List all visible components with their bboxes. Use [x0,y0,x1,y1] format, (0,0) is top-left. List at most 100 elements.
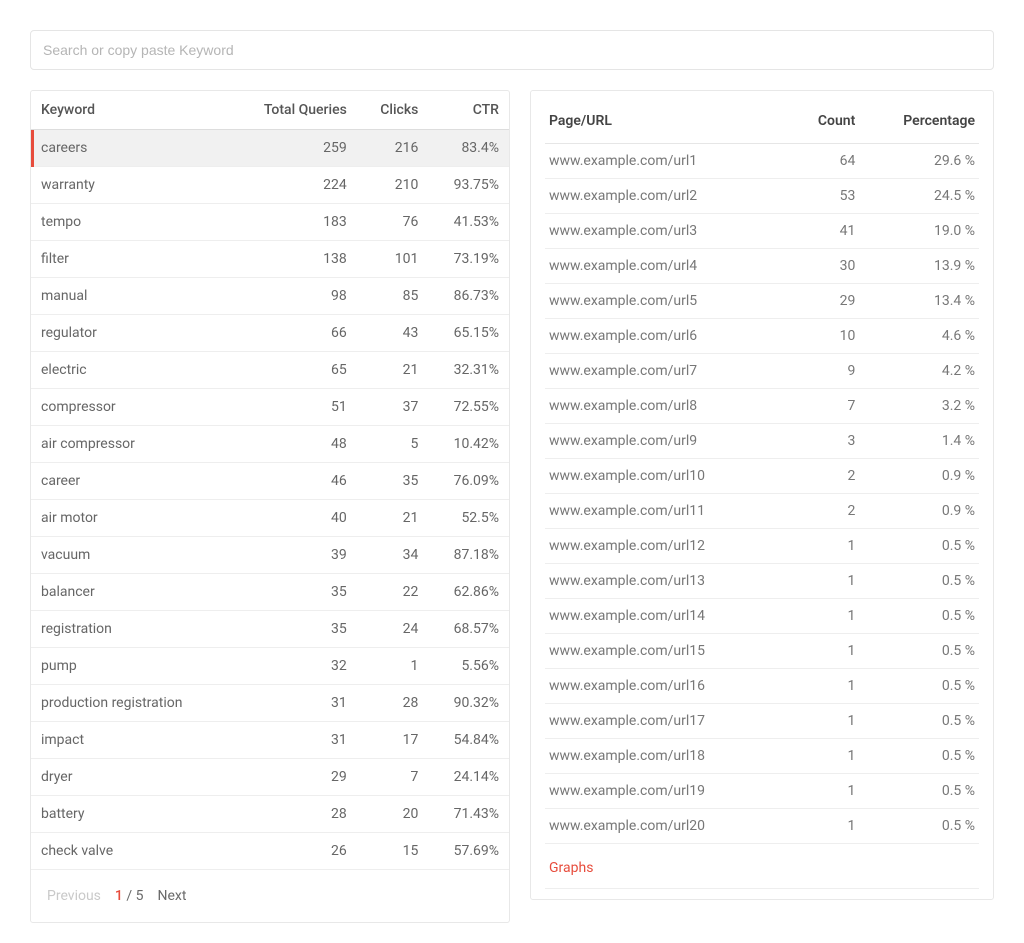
ctr-cell: 10.42% [428,426,509,463]
table-row[interactable]: www.example.com/url43013.9 % [545,249,979,284]
table-row[interactable]: www.example.com/url1410.5 % [545,599,979,634]
table-row[interactable]: air compressor48510.42% [31,426,509,463]
table-row[interactable]: compressor513772.55% [31,389,509,426]
table-row[interactable]: pump3215.56% [31,648,509,685]
table-row[interactable]: impact311754.84% [31,722,509,759]
table-row[interactable]: battery282071.43% [31,796,509,833]
table-row[interactable]: www.example.com/url1610.5 % [545,669,979,704]
col-percentage[interactable]: Percentage [859,103,979,144]
percentage-cell: 0.5 % [859,704,979,739]
table-row[interactable]: air motor402152.5% [31,500,509,537]
keyword-cell: production registration [31,685,230,722]
keyword-cell: warranty [31,167,230,204]
count-cell: 64 [791,144,859,179]
total-pages: 5 [136,888,144,904]
table-row[interactable]: career463576.09% [31,463,509,500]
col-total-queries[interactable]: Total Queries [230,91,357,130]
keyword-cell: filter [31,241,230,278]
table-row[interactable]: www.example.com/url1910.5 % [545,774,979,809]
percentage-cell: 13.4 % [859,284,979,319]
keyword-cell: vacuum [31,537,230,574]
total-queries-cell: 51 [230,389,357,426]
table-row[interactable]: www.example.com/url931.4 % [545,424,979,459]
count-cell: 30 [791,249,859,284]
table-row[interactable]: www.example.com/url1510.5 % [545,634,979,669]
table-row[interactable]: vacuum393487.18% [31,537,509,574]
table-row[interactable]: www.example.com/url2010.5 % [545,809,979,844]
next-button[interactable]: Next [157,888,186,904]
clicks-cell: 20 [357,796,429,833]
table-row[interactable]: electric652132.31% [31,352,509,389]
pagination: Previous 1 / 5 Next [31,870,509,922]
percentage-cell: 29.6 % [859,144,979,179]
total-queries-cell: 29 [230,759,357,796]
table-row[interactable]: www.example.com/url1120.9 % [545,494,979,529]
table-row[interactable]: www.example.com/url34119.0 % [545,214,979,249]
count-cell: 7 [791,389,859,424]
total-queries-cell: 46 [230,463,357,500]
percentage-cell: 0.5 % [859,669,979,704]
table-row[interactable]: check valve261557.69% [31,833,509,870]
col-ctr[interactable]: CTR [428,91,509,130]
col-page-url[interactable]: Page/URL [545,103,791,144]
table-row[interactable]: www.example.com/url6104.6 % [545,319,979,354]
count-cell: 29 [791,284,859,319]
ctr-cell: 73.19% [428,241,509,278]
percentage-cell: 4.6 % [859,319,979,354]
clicks-cell: 101 [357,241,429,278]
clicks-cell: 76 [357,204,429,241]
ctr-cell: 68.57% [428,611,509,648]
ctr-cell: 90.32% [428,685,509,722]
table-row[interactable]: www.example.com/url25324.5 % [545,179,979,214]
page-url-cell: www.example.com/url11 [545,494,791,529]
search-input[interactable] [30,30,994,70]
table-row[interactable]: manual988586.73% [31,278,509,315]
percentage-cell: 0.5 % [859,739,979,774]
keyword-cell: pump [31,648,230,685]
table-row[interactable]: www.example.com/url794.2 % [545,354,979,389]
table-row[interactable]: tempo1837641.53% [31,204,509,241]
keyword-cell: air motor [31,500,230,537]
page-url-cell: www.example.com/url6 [545,319,791,354]
count-cell: 10 [791,319,859,354]
total-queries-cell: 31 [230,722,357,759]
table-row[interactable]: dryer29724.14% [31,759,509,796]
percentage-cell: 0.5 % [859,599,979,634]
table-row[interactable]: www.example.com/url1310.5 % [545,564,979,599]
ctr-cell: 32.31% [428,352,509,389]
col-clicks[interactable]: Clicks [357,91,429,130]
count-cell: 1 [791,704,859,739]
table-row[interactable]: www.example.com/url1020.9 % [545,459,979,494]
page-url-cell: www.example.com/url4 [545,249,791,284]
clicks-cell: 34 [357,537,429,574]
table-row[interactable]: balancer352262.86% [31,574,509,611]
ctr-cell: 76.09% [428,463,509,500]
col-count[interactable]: Count [791,103,859,144]
url-table: Page/URL Count Percentage www.example.co… [545,103,979,844]
table-row[interactable]: warranty22421093.75% [31,167,509,204]
table-row[interactable]: www.example.com/url1810.5 % [545,739,979,774]
table-row[interactable]: www.example.com/url873.2 % [545,389,979,424]
table-row[interactable]: registration352468.57% [31,611,509,648]
total-queries-cell: 31 [230,685,357,722]
table-row[interactable]: careers25921683.4% [31,130,509,167]
count-cell: 2 [791,459,859,494]
ctr-cell: 5.56% [428,648,509,685]
page-url-cell: www.example.com/url12 [545,529,791,564]
clicks-cell: 37 [357,389,429,426]
table-row[interactable]: www.example.com/url52913.4 % [545,284,979,319]
total-queries-cell: 183 [230,204,357,241]
col-keyword[interactable]: Keyword [31,91,230,130]
table-row[interactable]: www.example.com/url1710.5 % [545,704,979,739]
clicks-cell: 7 [357,759,429,796]
table-row[interactable]: production registration312890.32% [31,685,509,722]
table-row[interactable]: filter13810173.19% [31,241,509,278]
table-row[interactable]: www.example.com/url16429.6 % [545,144,979,179]
keyword-table-card: Keyword Total Queries Clicks CTR careers… [30,90,510,923]
table-row[interactable]: regulator664365.15% [31,315,509,352]
graphs-link[interactable]: Graphs [545,850,979,889]
count-cell: 3 [791,424,859,459]
table-row[interactable]: www.example.com/url1210.5 % [545,529,979,564]
prev-button[interactable]: Previous [47,888,101,904]
page-url-cell: www.example.com/url15 [545,634,791,669]
